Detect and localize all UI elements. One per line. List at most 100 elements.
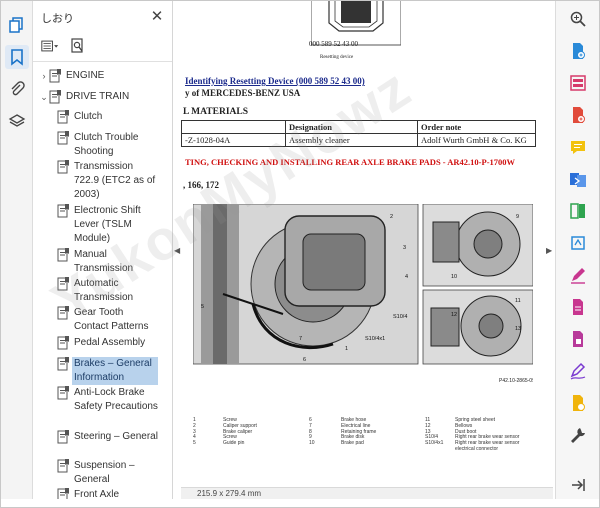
bookmark-page-icon bbox=[57, 336, 69, 350]
search-bookmark-icon bbox=[71, 38, 83, 53]
bookmark-item[interactable]: Transmission 722.9 (ETC2 as of 2003) bbox=[33, 160, 161, 202]
bookmark-item[interactable]: Brakes – General Information bbox=[33, 357, 161, 385]
svg-text:3: 3 bbox=[403, 245, 406, 251]
protect-pdf-icon[interactable] bbox=[568, 329, 588, 349]
panel-toolbar bbox=[41, 35, 87, 57]
bookmark-label: Clutch Trouble Shooting bbox=[74, 132, 139, 157]
bookmark-label: Automatic Transmission bbox=[74, 278, 134, 303]
bookmark-page-icon bbox=[57, 306, 69, 320]
collapse-panel-icon[interactable]: ◀ bbox=[174, 246, 180, 255]
export-pdf-icon[interactable] bbox=[568, 41, 588, 61]
bookmark-label: Steering – General bbox=[74, 431, 158, 442]
bookmark-item[interactable]: ⌄ DRIVE TRAIN bbox=[33, 90, 161, 104]
find-bookmark-button[interactable] bbox=[69, 38, 87, 54]
svg-text:7: 7 bbox=[299, 336, 302, 342]
svg-text:11: 11 bbox=[515, 298, 521, 304]
tools-rail bbox=[555, 1, 599, 499]
chevron-right-icon[interactable]: › bbox=[39, 70, 49, 82]
options-menu-button[interactable] bbox=[41, 38, 59, 54]
fill-sign-icon[interactable] bbox=[568, 265, 588, 285]
svg-text:1: 1 bbox=[345, 346, 348, 352]
bookmark-page-icon bbox=[57, 131, 69, 145]
layers-icon[interactable] bbox=[5, 109, 29, 133]
table-header bbox=[181, 120, 286, 134]
figure-legend: 12345 Screw Caliper support Brake caliper S… bbox=[193, 417, 533, 458]
panel-title: しおり bbox=[41, 13, 74, 25]
svg-text:9: 9 bbox=[516, 214, 519, 220]
bookmark-item[interactable]: Pedal Assembly bbox=[33, 336, 161, 350]
bookmark-label: Suspension – General bbox=[74, 460, 135, 485]
bookmark-item[interactable]: Front Axle bbox=[33, 488, 161, 499]
panel-divider bbox=[33, 61, 172, 62]
scan-ocr-icon[interactable] bbox=[568, 233, 588, 253]
bookmark-item[interactable]: Clutch Trouble Shooting bbox=[33, 131, 161, 159]
bookmark-item[interactable]: Gear Tooth Contact Patterns bbox=[33, 306, 161, 334]
create-pdf-icon[interactable] bbox=[568, 105, 588, 125]
identifying-device-link[interactable]: Identifying Resetting Device (000 589 52… bbox=[185, 76, 365, 86]
models-line: , 166, 172 bbox=[183, 180, 219, 190]
bookmark-label: Clutch bbox=[74, 111, 103, 122]
bookmark-label: Electronic Shift Lever (TSLM Module) bbox=[74, 205, 141, 244]
bookmark-page-icon bbox=[57, 430, 69, 444]
bookmark-label: ENGINE bbox=[66, 70, 105, 81]
navigation-rail bbox=[1, 1, 33, 499]
collapse-tools-icon[interactable] bbox=[568, 475, 588, 495]
legend-col-numbers-1: 12345 bbox=[193, 417, 196, 447]
bookmark-item[interactable]: Anti-Lock Brake Safety Precautions bbox=[33, 386, 161, 414]
svg-text:6: 6 bbox=[303, 357, 306, 363]
bookmark-page-icon bbox=[57, 204, 69, 218]
device-part-number: 000 589 52 43 00 bbox=[309, 40, 358, 48]
bookmark-label: Manual Transmission bbox=[74, 249, 134, 274]
bookmark-page-icon bbox=[49, 69, 61, 83]
svg-text:4: 4 bbox=[405, 274, 408, 280]
comment-icon[interactable] bbox=[568, 137, 588, 157]
table-cell: -Z-1028-04A bbox=[181, 133, 286, 147]
bookmark-page-icon bbox=[57, 248, 69, 262]
bookmark-item[interactable]: Electronic Shift Lever (TSLM Module) bbox=[33, 204, 161, 246]
bookmarks-icon[interactable] bbox=[5, 45, 29, 69]
bookmark-label: Pedal Assembly bbox=[74, 337, 146, 348]
bookmark-item[interactable]: Automatic Transmission bbox=[33, 277, 161, 305]
bookmark-item[interactable]: Suspension – General bbox=[33, 459, 161, 487]
bookmark-page-icon bbox=[49, 90, 61, 104]
materials-table: Designation Order note -Z-1028-04A Assem… bbox=[181, 120, 536, 147]
organize-pages-icon[interactable] bbox=[568, 73, 588, 93]
legend-col-labels-3: Spring steel sheet Bellows Dust boot Right … bbox=[455, 417, 520, 452]
compress-pdf-icon[interactable] bbox=[568, 201, 588, 221]
bookmark-label: Brakes – General Information bbox=[72, 357, 158, 385]
bookmark-item[interactable]: › ENGINE bbox=[33, 69, 161, 83]
options-menu-icon bbox=[41, 40, 59, 52]
zoom-search-icon[interactable] bbox=[568, 9, 588, 29]
table-header: Designation bbox=[285, 120, 418, 134]
bookmark-label: Anti-Lock Brake Safety Precautions bbox=[74, 387, 158, 412]
svg-text:2: 2 bbox=[390, 214, 393, 220]
combine-files-icon[interactable] bbox=[568, 169, 588, 189]
svg-text:5: 5 bbox=[201, 304, 204, 310]
page-size-readout: 215.9 x 279.4 mm bbox=[197, 489, 262, 498]
bookmark-page-icon bbox=[57, 277, 69, 291]
page-thumbnails-icon[interactable] bbox=[5, 13, 29, 37]
bookmark-page-icon bbox=[57, 488, 69, 499]
legend-col-numbers-3: 11 12 13 S10/4 S10/4x1 bbox=[425, 417, 444, 447]
bookmark-label: Gear Tooth Contact Patterns bbox=[74, 307, 149, 332]
close-panel-button[interactable]: ✕ bbox=[149, 7, 165, 25]
legend-col-labels-1: Screw Caliper support Brake caliper Screw Gu… bbox=[223, 417, 257, 447]
attachments-icon[interactable] bbox=[5, 77, 29, 101]
bookmark-item[interactable]: Clutch bbox=[33, 110, 161, 124]
bookmark-item[interactable]: Manual Transmission bbox=[33, 248, 161, 276]
bookmark-item[interactable]: Steering – General bbox=[33, 430, 161, 444]
chevron-down-icon[interactable]: ⌄ bbox=[39, 91, 49, 103]
svg-text:13: 13 bbox=[515, 326, 521, 332]
bookmark-page-icon bbox=[57, 110, 69, 124]
svg-text:S10/4x1: S10/4x1 bbox=[365, 336, 385, 342]
tools-wrench-icon[interactable] bbox=[568, 425, 588, 445]
bookmark-label: Front Axle bbox=[74, 489, 120, 499]
stamp-icon[interactable] bbox=[568, 393, 588, 413]
sign-document-icon[interactable] bbox=[568, 361, 588, 381]
edit-pdf-icon[interactable] bbox=[568, 297, 588, 317]
table-header: Order note bbox=[417, 120, 536, 134]
legend-col-labels-2: Brake hose Electrical line Retaining frame… bbox=[341, 417, 377, 447]
bookmark-page-icon bbox=[57, 357, 69, 371]
expand-tools-icon[interactable]: ▶ bbox=[546, 246, 552, 255]
materials-heading: L MATERIALS bbox=[183, 107, 249, 117]
